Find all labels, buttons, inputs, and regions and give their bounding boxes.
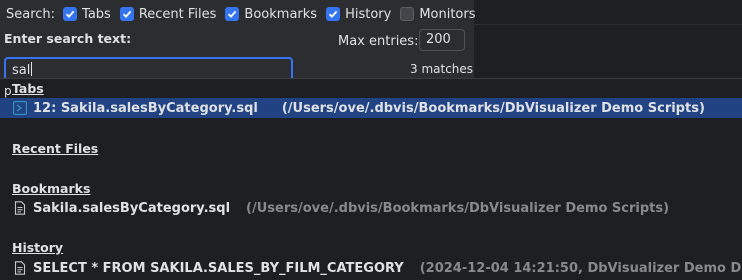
result-path: (/Users/ove/.dbvis/Bookmarks/DbVisualize… (246, 200, 670, 216)
check-icon[interactable] (326, 7, 341, 21)
option-history-label: History (345, 6, 392, 22)
result-name: SELECT * FROM SAKILA.SALES_BY_FILM_CATEG… (33, 260, 404, 276)
match-count: 3 matches (410, 62, 474, 76)
option-tabs-label: Tabs (82, 6, 111, 22)
search-query: sal (12, 63, 31, 78)
sql-tab-icon (13, 101, 27, 115)
section-recent-files-heading: Recent Files (12, 141, 99, 156)
file-icon (13, 261, 27, 275)
option-bookmarks-label: Bookmarks (244, 6, 318, 22)
result-item-history[interactable]: SELECT * FROM SAKILA.SALES_BY_FILM_CATEG… (0, 258, 742, 278)
option-recent-files-label: Recent Files (138, 6, 217, 22)
section-bookmarks-heading: Bookmarks (12, 181, 91, 196)
search-scope-row: Search: Tabs Recent Files Bookmarks Hist… (6, 5, 485, 23)
unchecked-box-icon[interactable] (400, 7, 415, 21)
check-icon[interactable] (225, 7, 240, 21)
option-monitors[interactable]: Monitors (400, 6, 476, 22)
result-name: 12: Sakila.salesByCategory.sql (33, 100, 258, 116)
option-monitors-label: Monitors (419, 6, 476, 22)
option-tabs[interactable]: Tabs (63, 7, 111, 22)
results-popup: p Tabs 12: Sakila.salesByCategory.sql (/… (0, 78, 742, 280)
text-caret (31, 62, 33, 76)
divider (474, 24, 742, 25)
result-name: Sakila.salesByCategory.sql (33, 200, 231, 216)
option-recent-files[interactable]: Recent Files (119, 6, 217, 22)
option-bookmarks[interactable]: Bookmarks (225, 7, 317, 22)
option-history[interactable]: History (326, 7, 391, 22)
section-tabs-heading: Tabs (12, 81, 44, 96)
section-history-heading: History (12, 240, 64, 255)
search-label: Search: (6, 6, 56, 22)
check-icon[interactable] (119, 7, 134, 21)
result-path: (2024-12-04 14:21:50, DbVisualizer Demo … (419, 260, 742, 276)
result-item-bookmark[interactable]: Sakila.salesByCategory.sql (/Users/ove/.… (0, 198, 742, 218)
check-icon[interactable] (63, 7, 78, 21)
hidden-text-fragment: p (4, 84, 12, 98)
max-entries-label: Max entries: (338, 34, 419, 49)
file-icon (13, 201, 27, 215)
editor-background (474, 0, 742, 80)
max-entries-input[interactable]: 200 (419, 29, 465, 51)
result-path: (/Users/ove/.dbvis/Bookmarks/DbVisualize… (281, 100, 705, 116)
result-item-tab[interactable]: 12: Sakila.salesByCategory.sql (/Users/o… (0, 98, 742, 118)
enter-search-label: Enter search text: (4, 31, 132, 46)
